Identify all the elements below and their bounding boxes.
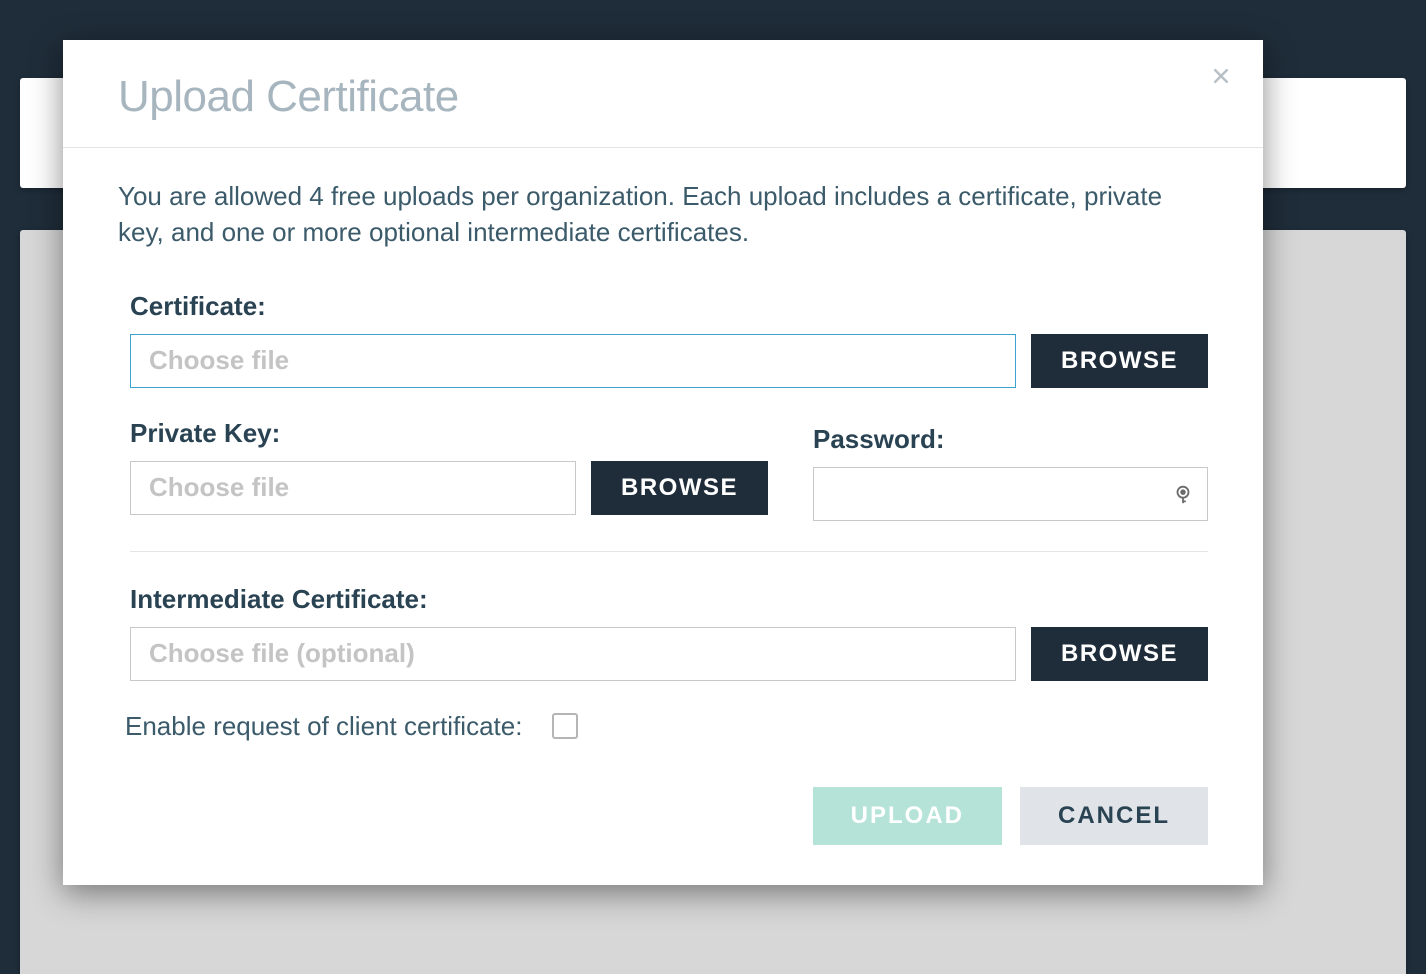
client-cert-checkbox-row: Enable request of client certificate: [125, 711, 1208, 742]
intermediate-browse-button[interactable]: BROWSE [1031, 627, 1208, 681]
private-key-file-row: BROWSE [130, 461, 768, 515]
form-section: Certificate: BROWSE Private Key: BROWSE … [118, 291, 1208, 845]
private-key-browse-button[interactable]: BROWSE [591, 461, 768, 515]
intermediate-label: Intermediate Certificate: [130, 584, 1208, 615]
password-input[interactable] [813, 467, 1208, 521]
close-icon [1211, 66, 1231, 86]
intro-text: You are allowed 4 free uploads per organ… [118, 178, 1208, 251]
cancel-button[interactable]: CANCEL [1020, 787, 1208, 845]
intermediate-file-input[interactable] [130, 627, 1016, 681]
password-label: Password: [813, 424, 1208, 455]
certificate-browse-button[interactable]: BROWSE [1031, 334, 1208, 388]
modal-header: Upload Certificate [63, 40, 1263, 148]
certificate-file-row: BROWSE [130, 334, 1208, 388]
private-key-file-input[interactable] [130, 461, 576, 515]
password-input-wrap [813, 467, 1208, 521]
intermediate-field-group: Intermediate Certificate: BROWSE [130, 584, 1208, 681]
close-button[interactable] [1207, 62, 1235, 90]
private-key-label: Private Key: [130, 418, 768, 449]
private-key-field-group: Private Key: BROWSE [130, 418, 768, 521]
modal-footer: UPLOAD CANCEL [130, 787, 1208, 845]
modal-title: Upload Certificate [118, 72, 1208, 122]
upload-button[interactable]: UPLOAD [813, 787, 1002, 845]
client-cert-checkbox[interactable] [552, 713, 578, 739]
intermediate-file-row: BROWSE [130, 627, 1208, 681]
modal-body: You are allowed 4 free uploads per organ… [63, 148, 1263, 885]
password-field-group: Password: [813, 418, 1208, 521]
certificate-label: Certificate: [130, 291, 1208, 322]
key-icon [1172, 483, 1194, 505]
upload-certificate-modal: Upload Certificate You are allowed 4 fre… [63, 40, 1263, 885]
certificate-file-input[interactable] [130, 334, 1016, 388]
private-key-password-row: Private Key: BROWSE Password: [130, 418, 1208, 521]
section-divider [130, 551, 1208, 552]
client-cert-checkbox-label: Enable request of client certificate: [125, 711, 522, 742]
certificate-field-group: Certificate: BROWSE [130, 291, 1208, 388]
